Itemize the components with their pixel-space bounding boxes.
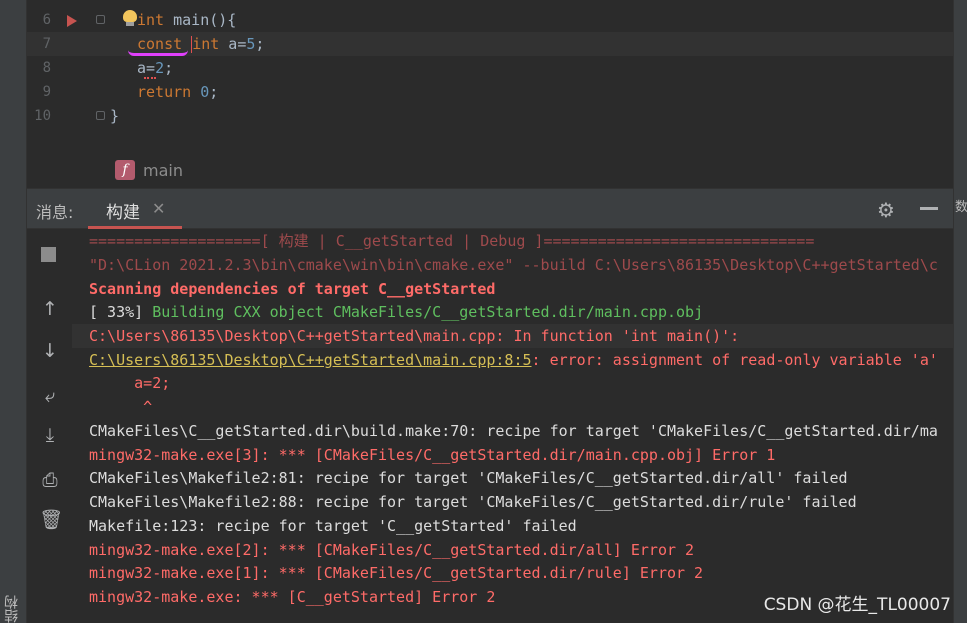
console-line: CMakeFiles\Makefile2:88: recipe for targ… — [89, 493, 857, 511]
left-tool-strip: 结构 — [0, 0, 27, 623]
code-text: return 0; — [137, 83, 219, 101]
right-strip-label[interactable]: 数 — [955, 196, 967, 215]
breadcrumb-label: main — [143, 160, 183, 180]
code-line: 6 int main(){ — [27, 8, 953, 32]
messages-label: 消息: — [36, 203, 74, 222]
fold-icon[interactable] — [96, 15, 105, 24]
code-line: 10 } — [27, 104, 953, 128]
console-line: CMakeFiles\C__getStarted.dir\build.make:… — [89, 422, 938, 440]
console-line: mingw32-make.exe[3]: *** [CMakeFiles/C__… — [89, 446, 776, 464]
function-icon: f — [115, 160, 135, 180]
code-line: 8 a=2; — [27, 56, 953, 80]
right-tool-strip: 数 — [953, 0, 967, 623]
breadcrumb[interactable]: f main — [115, 159, 183, 181]
lightbulb-icon[interactable] — [123, 10, 137, 26]
fold-icon[interactable] — [96, 111, 105, 120]
console-line: Scanning dependencies of target C__getSt… — [89, 280, 496, 298]
structure-strip-label[interactable]: 结构 — [2, 595, 24, 623]
console-line: mingw32-make.exe[1]: *** [CMakeFiles/C__… — [89, 564, 704, 582]
code-text: int main(){ — [137, 11, 237, 29]
console-line: a=2; — [89, 374, 171, 392]
code-editor[interactable]: 6 int main(){ 7 const int a=5; 8 a=2; 9 … — [27, 0, 953, 188]
error-location-link[interactable]: C:\Users\86135\Desktop\C++getStarted\mai… — [89, 351, 532, 369]
console-line: Makefile:123: recipe for target 'C__getS… — [89, 517, 577, 535]
console-line: C:\Users\86135\Desktop\C++getStarted\mai… — [72, 324, 953, 348]
console-line: "D:\CLion 2021.2.3\bin\cmake\win\bin\cma… — [89, 256, 938, 274]
tool-window-header: 消息: 构建 ✕ ⚙ — [27, 188, 953, 229]
tab-build[interactable]: 构建 ✕ — [88, 189, 182, 229]
build-toolbar: ↑ ↓ ⤶ ⤓ ⎙ 🗑 — [27, 229, 72, 623]
minimize-icon[interactable] — [920, 207, 938, 210]
tab-label: 构建 — [106, 203, 140, 223]
close-icon[interactable]: ✕ — [152, 199, 165, 218]
trash-icon[interactable]: 🗑 — [39, 509, 63, 531]
run-gutter-icon[interactable] — [67, 15, 77, 27]
print-icon[interactable]: ⎙ — [39, 469, 61, 491]
console-line: CMakeFiles\Makefile2:81: recipe for targ… — [89, 469, 848, 487]
arrow-down-icon[interactable]: ↓ — [39, 340, 61, 362]
error-squiggle — [144, 75, 156, 79]
console-line: ^ — [89, 398, 153, 416]
stop-icon[interactable] — [41, 247, 56, 262]
soft-wrap-icon[interactable]: ⤶ — [39, 385, 61, 407]
arrow-up-icon[interactable]: ↑ — [39, 298, 61, 320]
line-number: 9 — [42, 84, 51, 100]
console-line: C:\Users\86135\Desktop\C++getStarted\mai… — [89, 351, 938, 369]
line-number: 6 — [42, 12, 51, 28]
line-number: 7 — [42, 36, 51, 52]
console-line: mingw32-make.exe[2]: *** [CMakeFiles/C__… — [89, 541, 695, 559]
console-line: [ 33%] Building CXX object CMakeFiles/C_… — [89, 303, 704, 321]
line-number: 10 — [34, 108, 51, 124]
console-line: ===================[ 构建 | C__getStarted … — [89, 232, 815, 250]
code-text: } — [110, 107, 120, 125]
scroll-to-end-icon[interactable]: ⤓ — [39, 424, 61, 446]
gear-icon[interactable]: ⚙ — [877, 198, 895, 222]
build-output-console[interactable]: ===================[ 构建 | C__getStarted … — [72, 229, 953, 623]
code-line: 9 return 0; — [27, 80, 953, 104]
line-number: 8 — [42, 60, 51, 76]
watermark: CSDN @花生_TL00007 — [763, 595, 951, 615]
